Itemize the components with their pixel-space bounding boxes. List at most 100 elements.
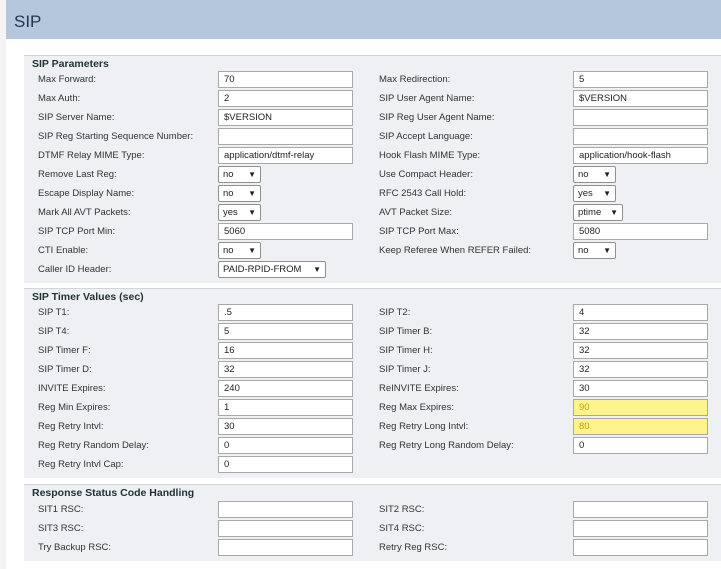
form-row: SIP Timer F: 16 SIP Timer H: 32 — [24, 341, 721, 360]
reg-retry-long-random-delay-label: Reg Retry Long Random Delay: — [379, 440, 514, 451]
reg-retry-intvl-input[interactable]: 30 — [218, 418, 353, 435]
form-row: SIT3 RSC: SIT4 RSC: — [24, 519, 721, 538]
caller-id-header-select[interactable]: PAID-RPID-FROM ▼ — [218, 261, 326, 278]
sit4-rsc-input[interactable] — [573, 520, 708, 537]
sip-t1-input[interactable]: .5 — [218, 304, 353, 321]
sip-timer-j-label: SIP Timer J: — [379, 364, 431, 375]
avt-packet-size-select[interactable]: ptime ▼ — [573, 204, 623, 221]
try-backup-rsc-input[interactable] — [218, 539, 353, 556]
select-value: yes — [578, 188, 593, 199]
sip-timer-f-label: SIP Timer F: — [38, 345, 91, 356]
sip-tcp-port-max-input[interactable]: 5080 — [573, 223, 708, 240]
keep-referee-when-refer-failed-select[interactable]: no ▼ — [573, 242, 616, 259]
form-row: Try Backup RSC: Retry Reg RSC: — [24, 538, 721, 557]
sit3-rsc-input[interactable] — [218, 520, 353, 537]
section-sip-timer-values-sec: SIP Timer Values (sec) SIP T1: .5 SIP T2: 4 S… — [24, 288, 721, 478]
form-row: Reg Retry Intvl Cap: 0 — [24, 455, 721, 474]
form-row: SIP T4: 5 SIP Timer B: 32 — [24, 322, 721, 341]
sip-timer-d-input[interactable]: 32 — [218, 361, 353, 378]
retry-reg-rsc-input[interactable] — [573, 539, 708, 556]
mark-all-avt-packets-label: Mark All AVT Packets: — [38, 207, 131, 218]
max-forward-label: Max Forward: — [38, 74, 97, 85]
max-auth-label: Max Auth: — [38, 93, 81, 104]
form-row: Remove Last Reg: no ▼ Use Compact Header: no… — [24, 165, 721, 184]
chevron-down-icon: ▼ — [603, 170, 611, 179]
rfc-2543-call-hold-label: RFC 2543 Call Hold: — [379, 188, 467, 199]
max-redirection-input[interactable]: 5 — [573, 71, 708, 88]
section-title: SIP Parameters — [32, 58, 109, 70]
form-row: INVITE Expires: 240 ReINVITE Expires: 30 — [24, 379, 721, 398]
select-value: yes — [223, 207, 238, 218]
sip-timer-b-label: SIP Timer B: — [379, 326, 433, 337]
sip-server-name-input[interactable]: $VERSION — [218, 109, 353, 126]
use-compact-header-select[interactable]: no ▼ — [573, 166, 616, 183]
chevron-down-icon: ▼ — [603, 246, 611, 255]
chevron-down-icon: ▼ — [248, 208, 256, 217]
sit3-rsc-label: SIT3 RSC: — [38, 523, 84, 534]
sip-timer-j-input[interactable]: 32 — [573, 361, 708, 378]
max-redirection-label: Max Redirection: — [379, 74, 451, 85]
form-row: Caller ID Header: PAID-RPID-FROM ▼ — [24, 260, 721, 279]
max-auth-input[interactable]: 2 — [218, 90, 353, 107]
try-backup-rsc-label: Try Backup RSC: — [38, 542, 112, 553]
sit1-rsc-input[interactable] — [218, 501, 353, 518]
sip-reg-user-agent-name-input[interactable] — [573, 109, 708, 126]
reg-max-expires-input[interactable]: 90 — [573, 399, 708, 416]
form-row: Max Auth: 2 SIP User Agent Name: $VERSION — [24, 89, 721, 108]
sip-accept-language-input[interactable] — [573, 128, 708, 145]
hook-flash-mime-type-input[interactable]: application/hook-flash — [573, 147, 708, 164]
reinvite-expires-input[interactable]: 30 — [573, 380, 708, 397]
form-row: Max Forward: 70 Max Redirection: 5 — [24, 70, 721, 89]
escape-display-name-label: Escape Display Name: — [38, 188, 135, 199]
section-sip-parameters: SIP Parameters Max Forward: 70 Max Redirect… — [24, 55, 721, 283]
sip-timer-h-input[interactable]: 32 — [573, 342, 708, 359]
sip-reg-starting-sequence-number-input[interactable] — [218, 128, 353, 145]
reg-retry-intvl-cap-label: Reg Retry Intvl Cap: — [38, 459, 124, 470]
reg-retry-intvl-label: Reg Retry Intvl: — [38, 421, 104, 432]
invite-expires-label: INVITE Expires: — [38, 383, 106, 394]
chevron-down-icon: ▼ — [610, 208, 618, 217]
select-value: no — [223, 169, 234, 180]
form-row: SIP Reg Starting Sequence Number: SIP Acc… — [24, 127, 721, 146]
mark-all-avt-packets-select[interactable]: yes ▼ — [218, 204, 261, 221]
sip-t2-input[interactable]: 4 — [573, 304, 708, 321]
dtmf-relay-mime-type-label: DTMF Relay MIME Type: — [38, 150, 145, 161]
reg-retry-long-random-delay-input[interactable]: 0 — [573, 437, 708, 454]
reg-min-expires-input[interactable]: 1 — [218, 399, 353, 416]
form-row: SIP TCP Port Min: 5060 SIP TCP Port Max: 50… — [24, 222, 721, 241]
escape-display-name-select[interactable]: no ▼ — [218, 185, 261, 202]
retry-reg-rsc-label: Retry Reg RSC: — [379, 542, 448, 553]
sip-timer-b-input[interactable]: 32 — [573, 323, 708, 340]
select-value: PAID-RPID-FROM — [223, 264, 302, 275]
form-row: DTMF Relay MIME Type: application/dtmf-re… — [24, 146, 721, 165]
reg-retry-random-delay-input[interactable]: 0 — [218, 437, 353, 454]
reg-retry-intvl-cap-input[interactable]: 0 — [218, 456, 353, 473]
cti-enable-select[interactable]: no ▼ — [218, 242, 261, 259]
remove-last-reg-select[interactable]: no ▼ — [218, 166, 261, 183]
section-title: SIP Timer Values (sec) — [32, 291, 144, 303]
hook-flash-mime-type-label: Hook Flash MIME Type: — [379, 150, 481, 161]
max-forward-input[interactable]: 70 — [218, 71, 353, 88]
caller-id-header-label: Caller ID Header: — [38, 264, 112, 275]
sip-timer-f-input[interactable]: 16 — [218, 342, 353, 359]
section-title: Response Status Code Handling — [32, 487, 195, 499]
form-row: SIP T1: .5 SIP T2: 4 — [24, 303, 721, 322]
left-edge-strip — [0, 0, 6, 569]
sip-t2-label: SIP T2: — [379, 307, 411, 318]
reg-retry-long-intvl-input[interactable]: 80 — [573, 418, 708, 435]
dtmf-relay-mime-type-input[interactable]: application/dtmf-relay — [218, 147, 353, 164]
sip-t4-input[interactable]: 5 — [218, 323, 353, 340]
form-row: SIP Timer D: 32 SIP Timer J: 32 — [24, 360, 721, 379]
sip-user-agent-name-input[interactable]: $VERSION — [573, 90, 708, 107]
sip-reg-starting-sequence-number-label: SIP Reg Starting Sequence Number: — [38, 131, 194, 142]
sit4-rsc-label: SIT4 RSC: — [379, 523, 425, 534]
invite-expires-input[interactable]: 240 — [218, 380, 353, 397]
sip-tcp-port-min-input[interactable]: 5060 — [218, 223, 353, 240]
sit2-rsc-input[interactable] — [573, 501, 708, 518]
rfc-2543-call-hold-select[interactable]: yes ▼ — [573, 185, 616, 202]
reinvite-expires-label: ReINVITE Expires: — [379, 383, 459, 394]
avt-packet-size-label: AVT Packet Size: — [379, 207, 453, 218]
form-row: SIP Server Name: $VERSION SIP Reg User Age… — [24, 108, 721, 127]
page-title: SIP — [14, 12, 42, 31]
sip-reg-user-agent-name-label: SIP Reg User Agent Name: — [379, 112, 495, 123]
